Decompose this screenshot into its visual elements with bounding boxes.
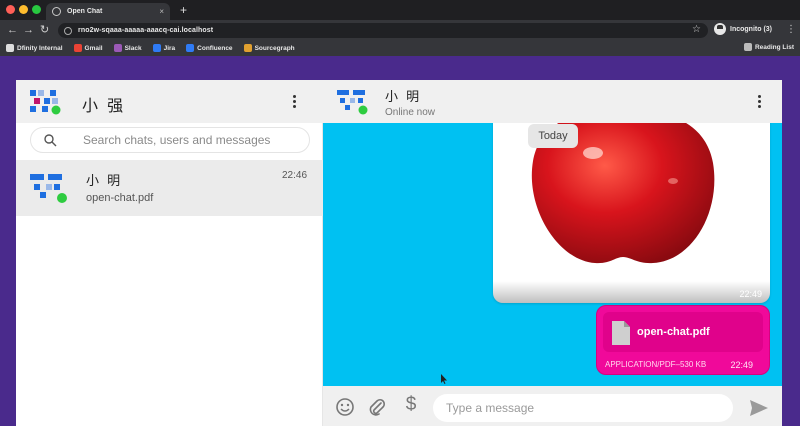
bookmark-label: Gmail (84, 44, 103, 52)
search-icon (44, 134, 57, 147)
image-footer (493, 281, 770, 303)
forward-arrow-icon[interactable]: → (23, 23, 34, 37)
site-info-icon[interactable] (64, 26, 72, 35)
bookmark-label: Dfinity Internal (17, 44, 63, 52)
new-tab-button[interactable]: + (180, 3, 187, 17)
conversation-panel: 小 明 Online now 22:49 Today open-chat.pdf… (323, 80, 782, 426)
conversation-menu-icon[interactable] (751, 93, 767, 109)
document-icon (612, 321, 630, 345)
bookmarks-bar: Dfinity Internal Gmail Slack Jira Conflu… (0, 40, 800, 56)
chat-time: 22:46 (282, 170, 308, 181)
contact-status: Online now (385, 107, 436, 118)
bookmark-label: Jira (163, 44, 176, 52)
browser-menu-icon[interactable]: ⋮ (786, 23, 796, 37)
tab-title: Open Chat (67, 8, 103, 15)
chat-name: 小 明 (86, 174, 123, 189)
contact-name: 小 明 (385, 90, 422, 105)
reading-list-button[interactable]: Reading List (743, 43, 794, 51)
incognito-icon (714, 23, 726, 35)
browser-tab-open-chat[interactable]: Open Chat × (46, 3, 170, 20)
bookmark-gmail[interactable]: Gmail (73, 44, 103, 52)
reading-list-label: Reading List (754, 43, 794, 51)
confluence-icon (186, 44, 195, 52)
message-time: 22:49 (739, 289, 762, 299)
file-message[interactable]: open-chat.pdf APPLICATION/PDF–530 KB 22:… (596, 305, 770, 375)
jira-icon (152, 44, 161, 52)
sidebar-menu-icon[interactable] (286, 93, 302, 109)
conversation-header: 小 明 Online now (323, 80, 782, 123)
message-time: 22:49 (730, 360, 753, 370)
bookmark-label: Sourcegraph (254, 44, 295, 52)
file-meta: APPLICATION/PDF–530 KB (605, 360, 707, 369)
bookmark-star-icon[interactable]: ☆ (692, 22, 701, 38)
mouse-cursor-icon (441, 374, 447, 384)
search-input[interactable] (83, 133, 303, 147)
reading-list-icon (743, 43, 752, 51)
current-user-name: 小 强 (82, 96, 126, 115)
emoji-icon[interactable] (335, 397, 355, 417)
dollar-icon[interactable]: $ (401, 394, 421, 415)
bookmark-jira[interactable]: Jira (152, 44, 176, 52)
chat-avatar (30, 174, 67, 203)
bookmark-label: Confluence (197, 44, 233, 52)
send-icon[interactable] (749, 399, 769, 417)
bookmark-slack[interactable]: Slack (113, 44, 142, 52)
gmail-icon (73, 44, 82, 52)
reload-icon[interactable]: ↻ (40, 23, 49, 37)
chat-list-panel: 小 强 小 明 22:46 open-chat.pdf (16, 80, 323, 426)
bookmark-confluence[interactable]: Confluence (186, 44, 233, 52)
back-arrow-icon[interactable]: ← (7, 23, 18, 37)
globe-icon (52, 7, 61, 16)
sourcegraph-icon (243, 44, 252, 52)
user-avatar[interactable] (28, 88, 64, 116)
browser-toolbar: ← → ↻ rno2w-sqaaa-aaaaa-aaacq-cai.localh… (0, 20, 800, 40)
message-composer: $ (323, 386, 782, 426)
bookmark-dfinity[interactable]: Dfinity Internal (6, 44, 63, 52)
paperclip-icon[interactable] (367, 397, 387, 417)
chat-app: 小 强 小 明 22:46 open-chat.pdf (16, 80, 782, 426)
url-text: rno2w-sqaaa-aaaaa-aaacq-cai.localhost (78, 27, 214, 34)
window-maximize-button[interactable] (32, 5, 41, 14)
message-input-wrap (433, 394, 733, 422)
date-divider: Today (528, 124, 578, 148)
incognito-profile-button[interactable]: Incognito (3) (714, 23, 772, 35)
bookmark-sourcegraph[interactable]: Sourcegraph (243, 44, 295, 52)
image-message[interactable]: 22:49 (493, 123, 770, 303)
chat-list-item[interactable]: 小 明 22:46 open-chat.pdf (16, 160, 323, 216)
window-close-button[interactable] (6, 5, 15, 14)
chat-last-message: open-chat.pdf (86, 192, 154, 204)
message-input[interactable] (446, 401, 716, 415)
user-header: 小 强 (16, 80, 323, 123)
tab-close-icon[interactable]: × (159, 7, 164, 16)
folder-icon (6, 44, 14, 52)
window-minimize-button[interactable] (19, 5, 28, 14)
contact-avatar[interactable] (335, 88, 371, 116)
incognito-label: Incognito (3) (730, 25, 772, 33)
message-list[interactable]: 22:49 Today open-chat.pdf APPLICATION/PD… (323, 123, 782, 386)
search-box (30, 127, 310, 153)
slack-icon (113, 44, 122, 52)
bookmark-label: Slack (124, 44, 142, 52)
file-attachment[interactable]: open-chat.pdf (603, 312, 763, 352)
browser-tab-bar: Open Chat × + (0, 0, 800, 20)
file-name: open-chat.pdf (637, 326, 710, 338)
address-bar[interactable]: rno2w-sqaaa-aaaaa-aaacq-cai.localhost (58, 23, 708, 38)
